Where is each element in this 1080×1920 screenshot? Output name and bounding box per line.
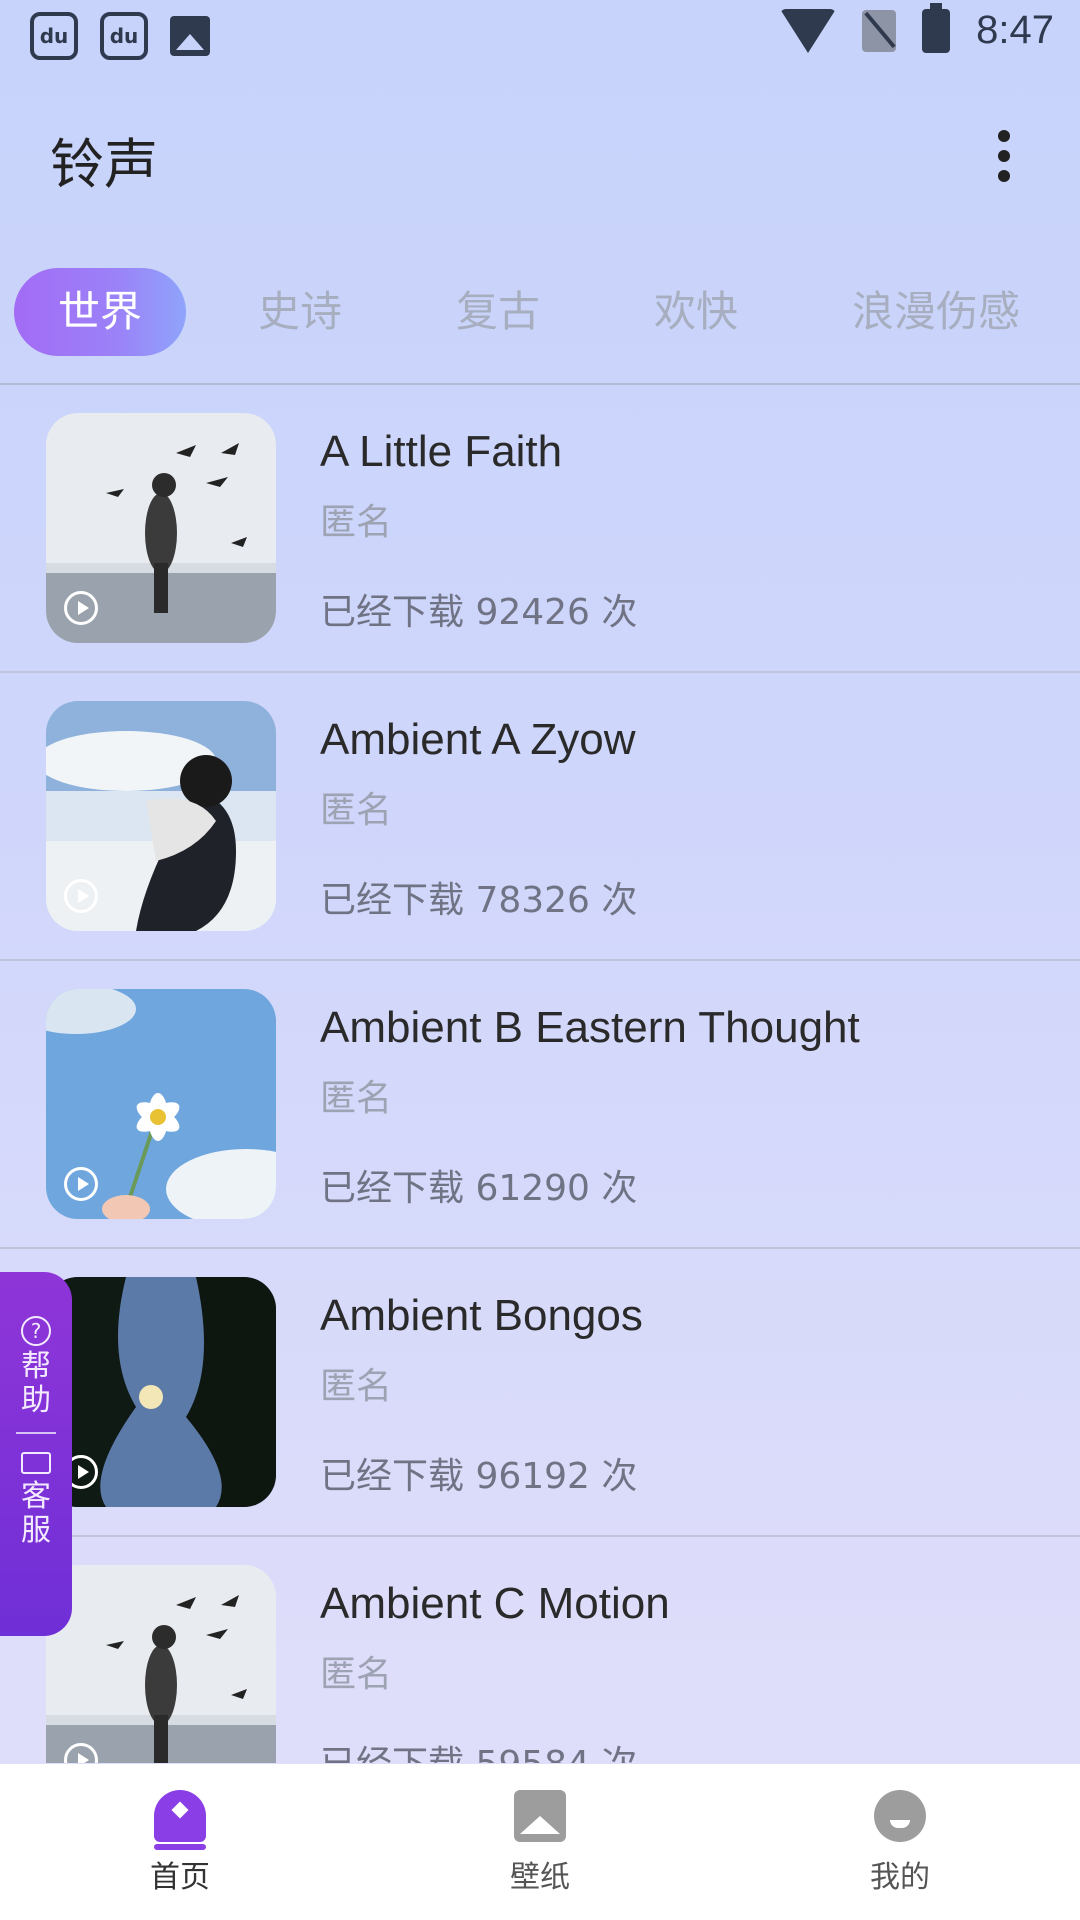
list-item[interactable]: Ambient A Zyow 匿名 已经下载 78326 次: [0, 673, 1080, 961]
ringtone-author: 匿名: [320, 1078, 393, 1119]
tab-world[interactable]: 世界: [14, 268, 186, 356]
ringtone-author: 匿名: [320, 1366, 393, 1407]
nav-profile-label: 我的: [870, 1860, 930, 1895]
bottom-nav: 首页 壁纸 我的: [0, 1764, 1080, 1920]
ringtone-downloads: 已经下载 59584 次: [320, 1735, 637, 1763]
status-time: 8:47: [976, 8, 1054, 52]
tab-romantic-sad[interactable]: 浪漫伤感: [852, 268, 1020, 356]
ringtone-cover[interactable]: [46, 413, 276, 643]
baidu-paw-icon: du: [100, 12, 148, 60]
ringtone-author: 匿名: [320, 1654, 393, 1695]
ringtone-downloads: 已经下载 78326 次: [320, 880, 638, 921]
ringtone-cover[interactable]: [46, 1277, 276, 1507]
customer-service-button[interactable]: 客服: [19, 1480, 53, 1548]
tab-epic[interactable]: 史诗: [258, 268, 342, 356]
nav-wallpaper-label: 壁纸: [510, 1860, 570, 1895]
page-title: 铃声: [50, 133, 158, 196]
category-tabs: 世界 史诗 复古 欢快 浪漫伤感: [14, 268, 1020, 356]
ringtone-downloads: 已经下载 61290 次: [320, 1168, 638, 1209]
ringtone-downloads: 已经下载 96192 次: [320, 1456, 638, 1497]
home-bell-icon: [154, 1790, 206, 1850]
help-button[interactable]: 帮助: [19, 1350, 53, 1418]
wifi-icon: [780, 8, 837, 53]
ringtone-title: Ambient Bongos: [320, 1291, 643, 1340]
ringtone-title: A Little Faith: [320, 427, 563, 476]
tab-cheerful[interactable]: 欢快: [654, 268, 738, 356]
tab-retro[interactable]: 复古: [456, 268, 540, 356]
more-vert-icon[interactable]: [998, 130, 1010, 182]
ringtone-author: 匿名: [320, 502, 393, 543]
ringtone-title: Ambient B Eastern Thought: [320, 1003, 860, 1052]
nav-profile[interactable]: 我的: [800, 1790, 1000, 1896]
help-widget: ? 帮助 客服: [0, 1272, 72, 1636]
help-icon[interactable]: ?: [21, 1316, 51, 1346]
status-bar: du du 8:47: [0, 0, 1080, 72]
ringtone-title: Ambient A Zyow: [320, 715, 636, 764]
play-icon[interactable]: [64, 591, 98, 625]
ringtone-list: A Little Faith 匿名 已经下载 92426 次 Ambient A…: [0, 385, 1080, 1763]
list-item[interactable]: Ambient C Motion 匿名 已经下载 59584 次: [0, 1537, 1080, 1763]
ringtone-cover[interactable]: [46, 1565, 276, 1763]
list-item[interactable]: Ambient B Eastern Thought 匿名 已经下载 61290 …: [0, 961, 1080, 1249]
image-icon: [170, 16, 210, 56]
list-item[interactable]: A Little Faith 匿名 已经下载 92426 次: [0, 385, 1080, 673]
no-sim-icon: [862, 9, 897, 52]
ringtone-cover[interactable]: [46, 701, 276, 931]
ringtone-title: Ambient C Motion: [320, 1579, 670, 1628]
battery-charging-icon: [922, 2, 951, 53]
nav-home[interactable]: 首页: [80, 1790, 280, 1896]
nav-home-label: 首页: [150, 1860, 210, 1895]
play-icon[interactable]: [64, 879, 98, 913]
ringtone-cover[interactable]: [46, 989, 276, 1219]
list-item[interactable]: Ambient Bongos 匿名 已经下载 96192 次: [0, 1249, 1080, 1537]
help-divider: [16, 1432, 56, 1434]
wallpaper-icon: [514, 1790, 566, 1842]
ringtone-author: 匿名: [320, 790, 393, 831]
mail-icon[interactable]: [21, 1452, 51, 1474]
nav-wallpaper[interactable]: 壁纸: [440, 1790, 640, 1896]
ringtone-downloads: 已经下载 92426 次: [320, 592, 638, 633]
baidu-paw-icon: du: [30, 12, 78, 60]
play-icon[interactable]: [64, 1167, 98, 1201]
profile-icon: [874, 1790, 926, 1842]
